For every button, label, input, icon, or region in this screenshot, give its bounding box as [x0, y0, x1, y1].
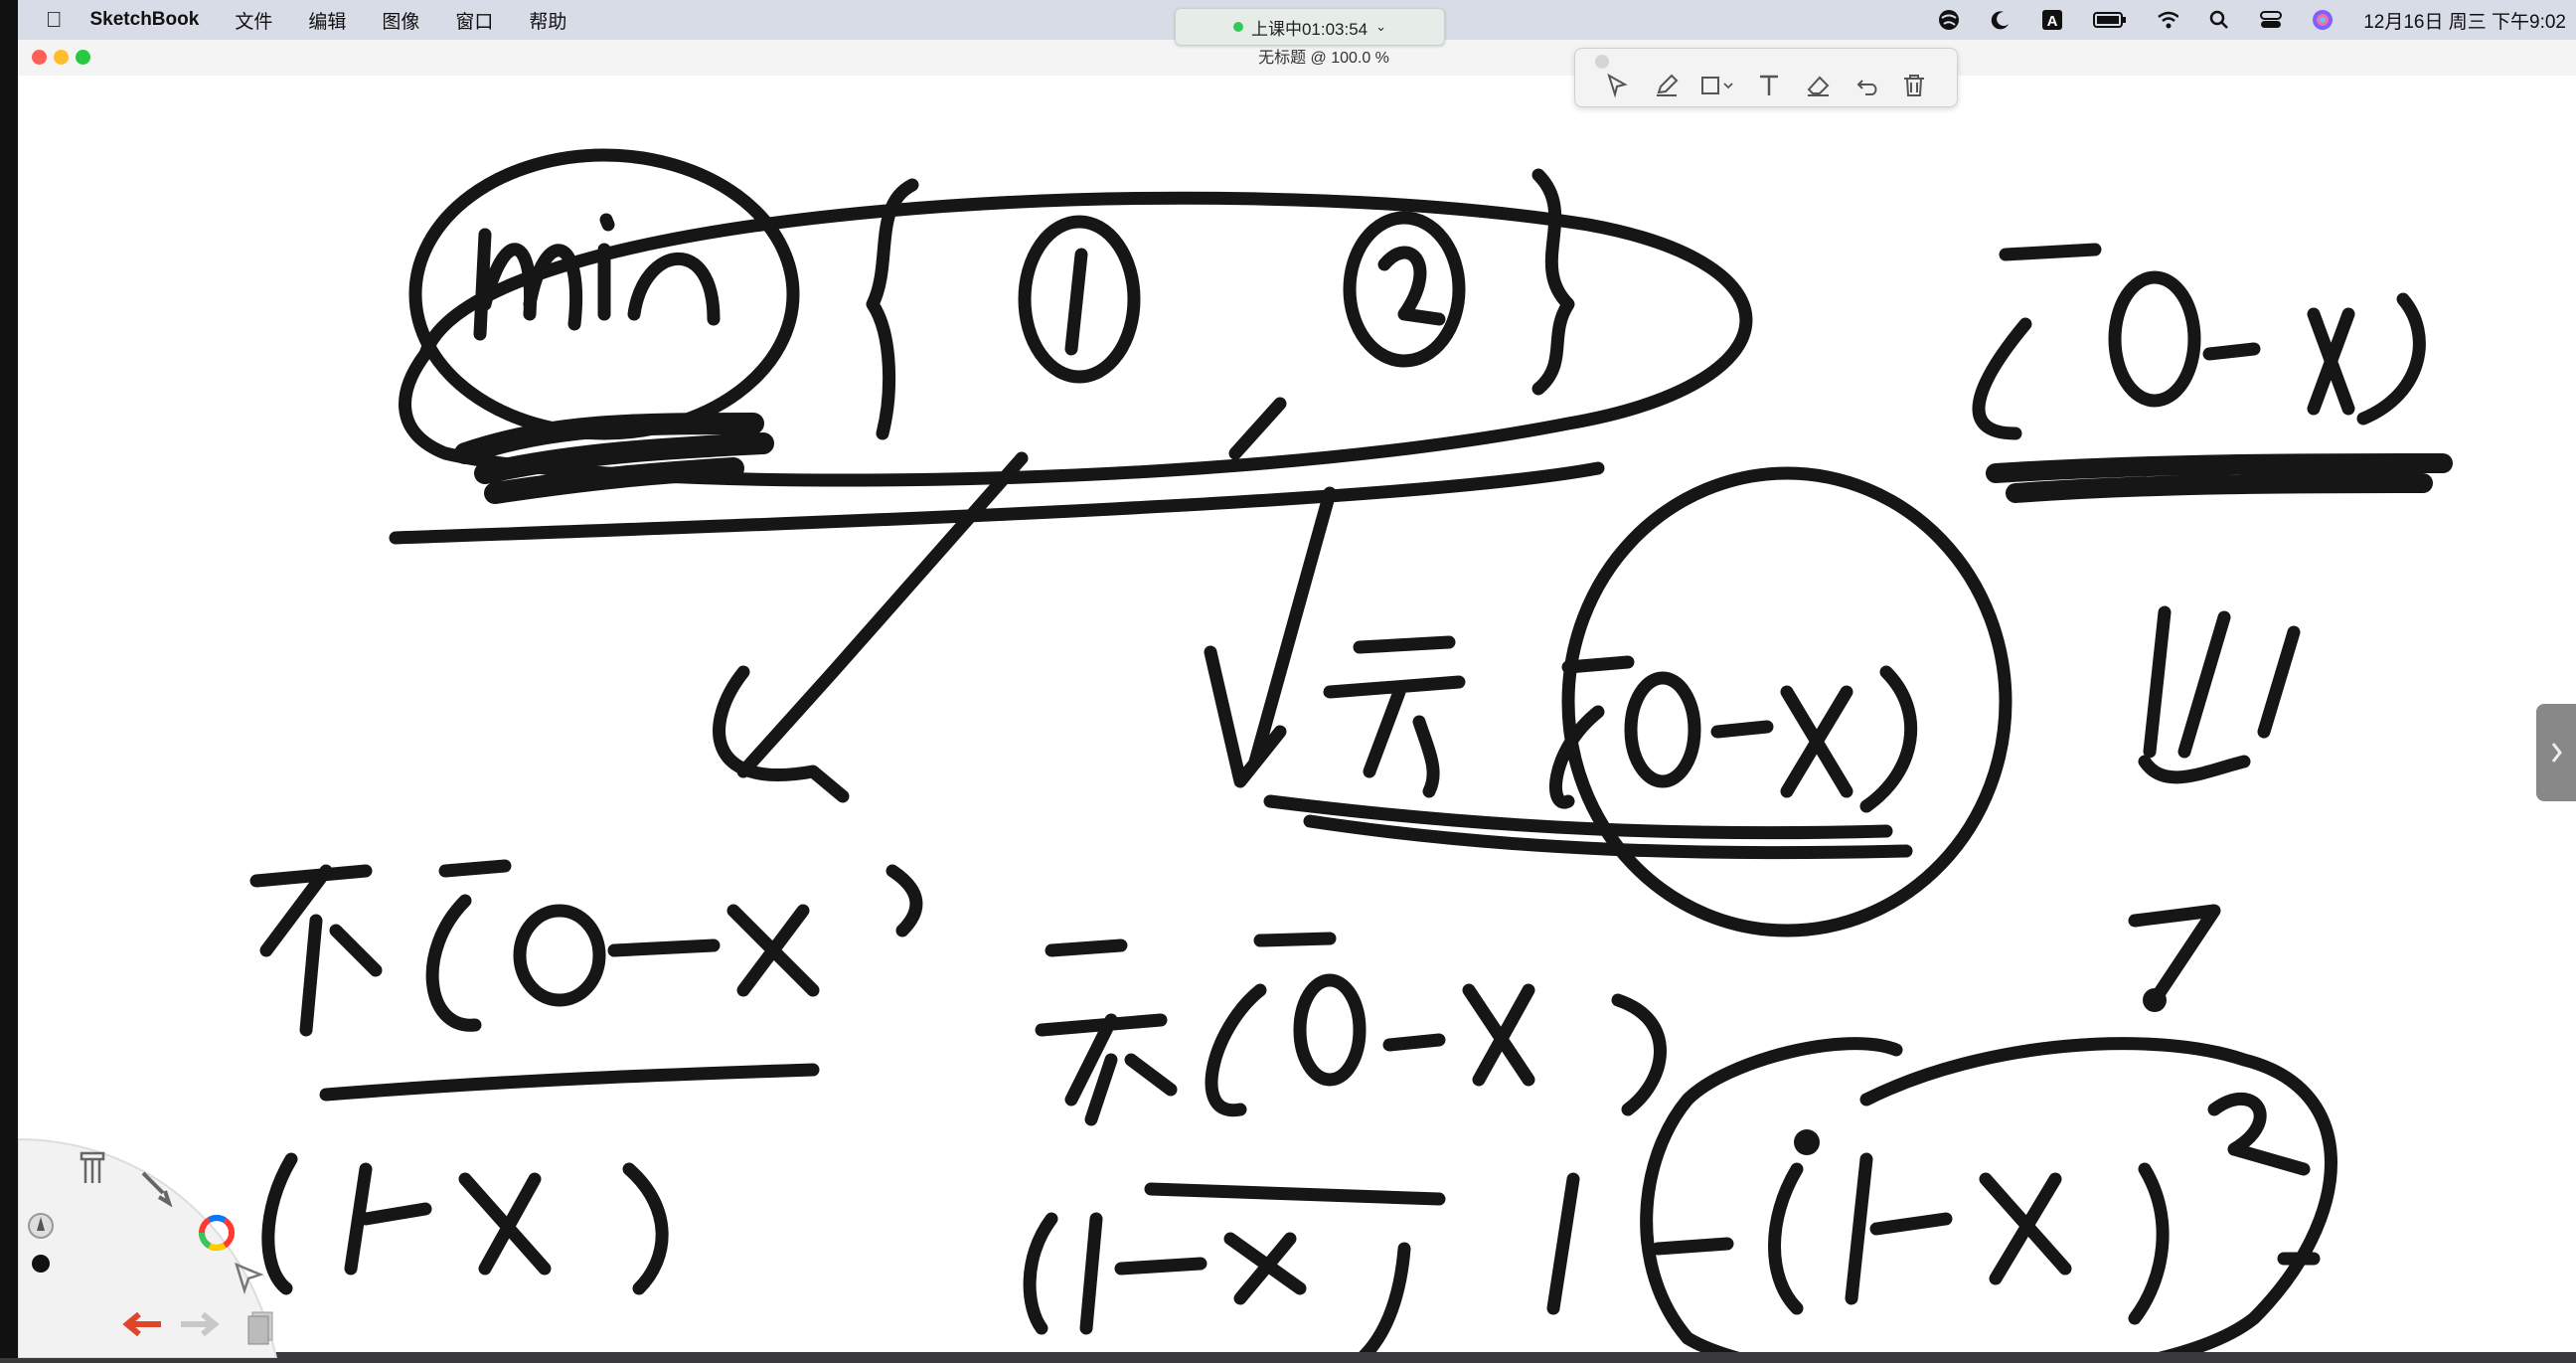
handwritten-sketch: [249, 148, 2453, 1352]
lagoon-tool-wheel: [17, 1129, 286, 1359]
chevron-down-icon: ⌄: [1375, 19, 1387, 34]
undo-icon[interactable]: [121, 1308, 167, 1347]
input-a-icon[interactable]: A: [2041, 9, 2063, 31]
menu-edit[interactable]: 编辑: [308, 7, 346, 34]
pen-tool-icon[interactable]: [1653, 71, 1683, 100]
battery-icon[interactable]: [2093, 9, 2127, 31]
menu-image[interactable]: 图像: [382, 7, 419, 34]
menu-window[interactable]: 窗口: [455, 7, 493, 34]
window-title: 无标题 @ 100.0 %: [1258, 50, 1389, 67]
app-menu[interactable]: SketchBook: [90, 9, 200, 31]
annotation-toolbar: [1574, 48, 1958, 107]
globe-icon[interactable]: [1938, 9, 1960, 31]
brush-icon[interactable]: [135, 1167, 175, 1212]
select-tool-icon[interactable]: [1603, 71, 1633, 100]
redo-icon[interactable]: [175, 1308, 221, 1347]
close-window-button[interactable]: [32, 50, 47, 65]
apple-menu-icon[interactable]: : [46, 7, 63, 33]
pen-mode-icon[interactable]: [26, 1211, 56, 1246]
recording-status-dot: [1232, 22, 1243, 32]
minimize-window-button[interactable]: [54, 50, 69, 65]
delete-icon[interactable]: [1899, 71, 1929, 100]
eraser-tool-icon[interactable]: [1804, 71, 1834, 100]
menu-help[interactable]: 帮助: [529, 7, 566, 34]
shape-tool-icon[interactable]: [1698, 71, 1738, 100]
layers-icon[interactable]: [244, 1306, 278, 1351]
status-area: A 12月16日 周三 下午9:02: [1938, 0, 2566, 40]
control-center-icon[interactable]: [2260, 9, 2283, 31]
moon-icon[interactable]: [1990, 9, 2012, 31]
svg-text:A: A: [2047, 13, 2058, 30]
brush-library-icon[interactable]: [76, 1147, 109, 1192]
search-icon[interactable]: [2208, 9, 2230, 31]
select-icon[interactable]: [231, 1259, 266, 1299]
wifi-icon[interactable]: [2157, 9, 2179, 31]
drawing-canvas[interactable]: [18, 76, 2576, 1352]
class-timer[interactable]: 上课中01:03:54 ⌄: [1175, 8, 1445, 46]
zoom-window-button[interactable]: [76, 50, 90, 65]
undo-icon[interactable]: [1853, 71, 1883, 100]
menubar-clock[interactable]: 12月16日 周三 下午9:02: [2363, 7, 2566, 34]
chevron-right-icon: [2551, 743, 2562, 763]
menu-file[interactable]: 文件: [235, 7, 272, 34]
current-color-swatch[interactable]: [32, 1255, 50, 1273]
text-tool-icon[interactable]: [1754, 71, 1784, 100]
toolbar-grip[interactable]: [1595, 55, 1609, 69]
siri-icon[interactable]: [2312, 9, 2334, 31]
class-timer-label: 上课中01:03:54: [1250, 19, 1368, 39]
side-panel-toggle[interactable]: [2536, 704, 2576, 801]
color-wheel-icon[interactable]: [197, 1213, 237, 1258]
left-edge-strip: [0, 0, 18, 1358]
